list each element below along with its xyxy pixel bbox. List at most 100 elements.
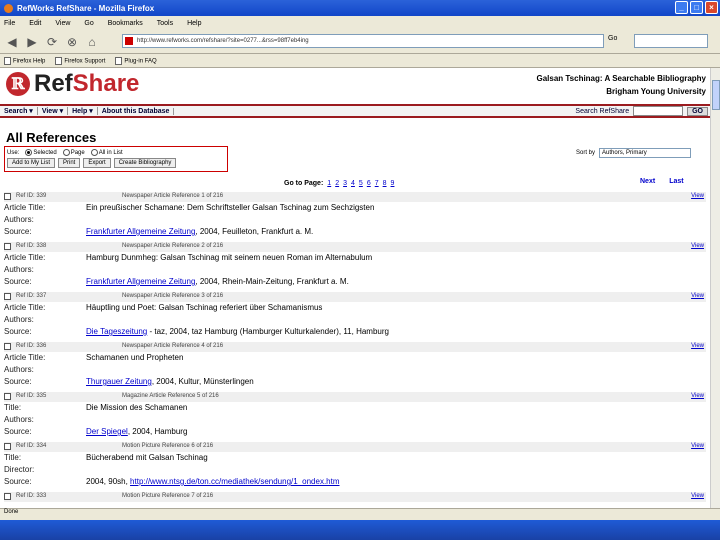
- reference-checkbox[interactable]: [4, 393, 11, 400]
- menu-bookmarks[interactable]: Bookmarks: [108, 20, 143, 27]
- field-label: Director:: [4, 465, 35, 474]
- menu-view-site[interactable]: View ▾: [38, 107, 69, 115]
- view-link[interactable]: View: [691, 193, 704, 199]
- source-link[interactable]: Thurgauer Zeitung: [86, 377, 152, 386]
- page-link[interactable]: 5: [359, 180, 363, 187]
- source-link[interactable]: Frankfurter Allgemeine Zeitung: [86, 277, 195, 286]
- reference-actions: Use: Selected Page All in List Add to My…: [4, 146, 228, 172]
- menu-view[interactable]: View: [55, 20, 70, 27]
- bookmark-plugin-faq[interactable]: Plug-in FAQ: [115, 56, 157, 65]
- close-button[interactable]: ×: [705, 1, 718, 14]
- view-link[interactable]: View: [691, 493, 704, 499]
- reference-field: Authors:: [4, 314, 706, 326]
- source-link[interactable]: Die Tageszeitung: [86, 327, 147, 336]
- reference-id: Ref ID: 334: [16, 443, 47, 449]
- field-value: Ein preußischer Schamane: Dem Schriftste…: [86, 203, 375, 212]
- minimize-button[interactable]: _: [675, 1, 688, 14]
- menu-search[interactable]: Search ▾: [0, 107, 38, 115]
- url-input[interactable]: http://www.refworks.com/refshare/?site=0…: [122, 34, 604, 48]
- bookmark-firefox-help[interactable]: Firefox Help: [4, 56, 45, 65]
- view-link[interactable]: View: [691, 393, 704, 399]
- reference-checkbox[interactable]: [4, 293, 11, 300]
- reference-item: Ref ID: 333 Motion Picture Reference 7 of…: [4, 492, 706, 502]
- print-button[interactable]: Print: [58, 158, 81, 169]
- field-label: Article Title:: [4, 353, 46, 362]
- reference-field: Source: Thurgauer Zeitung, 2004, Kultur, …: [4, 376, 706, 388]
- reference-header: Ref ID: 336 Newspaper Article Reference 4…: [4, 342, 706, 352]
- field-value: Die Mission des Schamanen: [86, 403, 188, 412]
- forward-icon[interactable]: ▶: [24, 34, 40, 50]
- view-link[interactable]: View: [691, 293, 704, 299]
- menu-help-site[interactable]: Help ▾: [68, 107, 98, 115]
- page-link[interactable]: 8: [383, 180, 387, 187]
- reference-field: Authors:: [4, 214, 706, 226]
- radio-selected[interactable]: Selected: [25, 149, 57, 156]
- source-link[interactable]: Frankfurter Allgemeine Zeitung: [86, 227, 195, 236]
- field-label: Source:: [4, 327, 32, 336]
- reference-checkbox[interactable]: [4, 443, 11, 450]
- menu-go[interactable]: Go: [84, 20, 93, 27]
- reference-field: Authors:: [4, 414, 706, 426]
- field-label: Article Title:: [4, 253, 46, 262]
- go-button[interactable]: Go: [608, 35, 617, 42]
- reference-checkbox[interactable]: [4, 493, 11, 500]
- reload-icon[interactable]: ⟳: [44, 34, 60, 50]
- reference-checkbox[interactable]: [4, 193, 11, 200]
- create-bibliography-button[interactable]: Create Bibliography: [113, 158, 177, 169]
- page-link[interactable]: 9: [391, 180, 395, 187]
- refshare-logo: RefShare: [34, 70, 140, 97]
- maximize-button[interactable]: □: [690, 1, 703, 14]
- view-link[interactable]: View: [691, 443, 704, 449]
- reference-checkbox[interactable]: [4, 343, 11, 350]
- back-icon[interactable]: ◀: [4, 34, 20, 50]
- reference-id: Ref ID: 335: [16, 393, 47, 399]
- page-link[interactable]: 7: [375, 180, 379, 187]
- page-link[interactable]: 3: [343, 180, 347, 187]
- radio-all-in-list[interactable]: All in List: [90, 149, 123, 156]
- site-favicon-icon: [125, 37, 133, 45]
- page-scrollbar[interactable]: [710, 68, 720, 508]
- menu-edit[interactable]: Edit: [29, 20, 41, 27]
- search-refshare-go-button[interactable]: GO: [687, 106, 708, 116]
- pagination: Go to Page: 1 2 3 4 5 6 7 8 9: [284, 180, 394, 187]
- reference-header: Ref ID: 334 Motion Picture Reference 6 of…: [4, 442, 706, 452]
- source-link[interactable]: Der Spiegel: [86, 427, 128, 436]
- menu-help[interactable]: Help: [187, 20, 201, 27]
- menu-about[interactable]: About this Database: [98, 107, 175, 115]
- field-value: Thurgauer Zeitung, 2004, Kultur, Münster…: [86, 377, 254, 386]
- page-link[interactable]: 4: [351, 180, 355, 187]
- view-link[interactable]: View: [691, 243, 704, 249]
- view-link[interactable]: View: [691, 343, 704, 349]
- last-page-link[interactable]: Last: [669, 178, 683, 185]
- menu-tools[interactable]: Tools: [157, 20, 173, 27]
- reference-item: Ref ID: 335 Magazine Article Reference 5 …: [4, 392, 706, 438]
- reference-checkbox[interactable]: [4, 243, 11, 250]
- page-link[interactable]: 2: [335, 180, 339, 187]
- page-link[interactable]: 6: [367, 180, 371, 187]
- menu-file[interactable]: File: [4, 20, 15, 27]
- home-icon[interactable]: ⌂: [84, 34, 100, 50]
- search-refshare-label: Search RefShare: [575, 107, 630, 115]
- sort-select[interactable]: Authors, Primary: [599, 148, 692, 158]
- sort-label: Sort by: [576, 150, 596, 156]
- reference-type: Magazine Article Reference 5 of 216: [122, 393, 219, 399]
- field-value: Hamburg Dunmheg: Galsan Tschinag mit sei…: [86, 253, 373, 262]
- stop-icon[interactable]: ⊗: [64, 34, 80, 50]
- export-button[interactable]: Export: [83, 158, 111, 169]
- site-header: ℝ RefShare Galsan Tschinag: A Searchable…: [0, 68, 710, 104]
- use-label: Use:: [7, 149, 20, 156]
- reference-field: Authors:: [4, 264, 706, 276]
- field-label: Source:: [4, 427, 32, 436]
- field-value: Frankfurter Allgemeine Zeitung, 2004, Rh…: [86, 277, 349, 286]
- url-link[interactable]: http://www.ntsg.de/ton.cc/mediathek/send…: [130, 477, 339, 486]
- refshare-logo-icon: ℝ: [6, 72, 30, 96]
- scrollbar-thumb[interactable]: [712, 80, 720, 110]
- search-refshare-input[interactable]: [633, 106, 684, 116]
- add-to-my-list-button[interactable]: Add to My List: [7, 158, 56, 169]
- browser-search-input[interactable]: [634, 34, 708, 48]
- radio-page[interactable]: Page: [62, 149, 85, 156]
- next-page-link[interactable]: Next: [640, 178, 655, 185]
- bookmark-firefox-support[interactable]: Firefox Support: [55, 56, 105, 65]
- page-link[interactable]: 1: [327, 180, 331, 187]
- reference-id: Ref ID: 338: [16, 243, 47, 249]
